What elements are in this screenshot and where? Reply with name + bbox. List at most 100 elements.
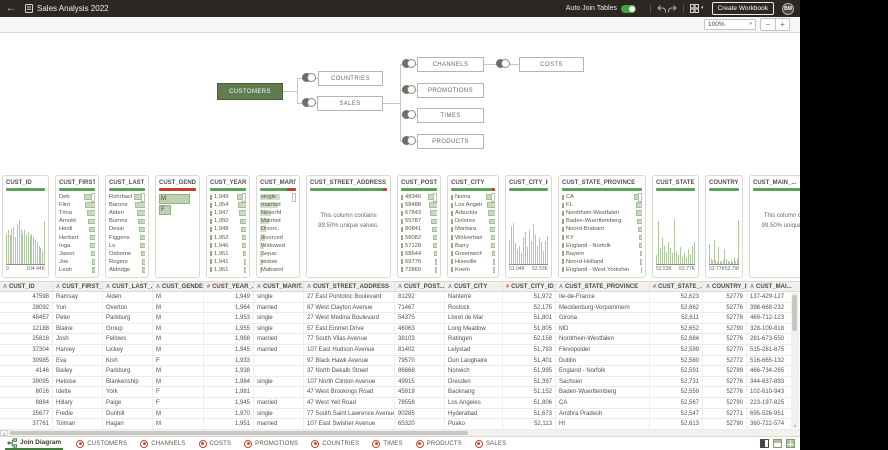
preview-card-cust-city[interactable]: CUST_CITY NomaLos AngelesArbuckleDoloresM…	[447, 175, 499, 278]
preview-card-cust-first-n[interactable]: CUST_FIRST_N... DebFlintTrinaArnoldHeidiH…	[55, 175, 99, 278]
table-cell: Tolman	[53, 419, 103, 429]
table-cell: Harvey	[53, 344, 103, 355]
column-name: CUST_FIRST_N...	[59, 180, 95, 186]
dataset-icon	[140, 439, 149, 448]
redo-button[interactable]	[667, 4, 677, 14]
column-header-cust-state[interactable]: # CUST_STATE_...	[650, 282, 703, 291]
tab-products[interactable]: PRODUCTS	[415, 439, 462, 448]
value-row: Rohrback	[109, 193, 145, 201]
tab-promotions[interactable]: PROMOTIONS	[244, 439, 298, 448]
table-cell: Bailey	[53, 366, 103, 376]
tab-sales[interactable]: SALES	[474, 439, 506, 448]
value-row: 68644	[401, 250, 437, 258]
scrollbar-thumb[interactable]	[433, 193, 437, 202]
data-only-view-icon[interactable]	[786, 439, 795, 448]
create-workbook-button[interactable]: Create Workbook	[711, 2, 774, 15]
diagram-node-customers[interactable]: CUSTOMERS	[217, 83, 283, 100]
back-icon[interactable]: ←	[6, 3, 16, 14]
scrollbar-thumb[interactable]	[10, 431, 468, 435]
tab-channels[interactable]: CHANNELS	[140, 439, 185, 448]
value-row: Divorc.	[260, 226, 280, 233]
table-cell: 38103	[395, 334, 445, 344]
scrollbar-thumb[interactable]	[141, 193, 145, 202]
scroll-down-icon[interactable]: ▾	[791, 422, 799, 429]
diagram-node-countries[interactable]: COUNTRIES	[318, 71, 383, 86]
join-icon[interactable]	[402, 110, 416, 120]
tab-customers[interactable]: CUSTOMERS	[76, 439, 127, 448]
zoom-in-button[interactable]: +	[775, 19, 789, 30]
scrollbar-thumb[interactable]	[292, 193, 296, 202]
connector-line	[297, 78, 298, 104]
preview-card-cust-id[interactable]: CUST_ID 9 104.44K	[2, 175, 49, 278]
column-header-cust-id[interactable]: A CUST_ID	[0, 282, 53, 291]
table-cell: Hillary	[53, 397, 103, 408]
column-header-cust-state-province[interactable]: A CUST_STATE_PROVINCE	[556, 282, 650, 291]
diagram-node-costs[interactable]: COSTS	[519, 57, 584, 72]
view-options-button[interactable]: ▾	[690, 4, 704, 13]
diagram-node-promotions[interactable]: PROMOTIONS	[417, 83, 484, 98]
scrollbar-thumb[interactable]	[491, 193, 495, 202]
avatar[interactable]: BM	[782, 2, 794, 15]
column-header-cust-first[interactable]: A CUST_FIRST_...	[53, 282, 103, 291]
preview-card-cust-year-of[interactable]: CUST_YEAR_OF... 1,9491,9541,9471,9501,948…	[206, 175, 250, 278]
tab-join-diagram[interactable]: Join Diagram	[5, 437, 64, 450]
diagram-node-channels[interactable]: CHANNELS	[417, 57, 484, 72]
dataset-icon	[415, 439, 424, 448]
column-header-country-id[interactable]: A COUNTRY_ID	[703, 282, 747, 291]
preview-card-cust-postal[interactable]: CUST_POSTAL_... 4834658488678435578780841…	[397, 175, 441, 278]
join-icon[interactable]	[302, 98, 316, 108]
zoom-select[interactable]: 100% ▾	[704, 19, 756, 30]
column-header-cust-year[interactable]: # CUST_YEAR_...	[204, 282, 254, 291]
diagram-node-times[interactable]: TIMES	[417, 108, 484, 123]
histogram	[656, 203, 695, 265]
tab-times[interactable]: TIMES	[372, 439, 402, 448]
value-row: KY	[562, 233, 642, 241]
preview-card-cust-street-address[interactable]: CUST_STREET_ADDRESS This column contains …	[306, 175, 391, 278]
preview-card-cust-gender[interactable]: CUST_GENDER MF	[155, 175, 200, 278]
value-row: 1,946	[210, 242, 246, 250]
preview-card-cust-last-na[interactable]: CUST_LAST_NA... RohrbackBaroneAldenBurnns…	[105, 175, 149, 278]
preview-card-cust-city-id[interactable]: CUST_CITY_ID 51.04K 52.53K	[505, 175, 552, 278]
table-cell: Overton	[103, 302, 153, 313]
page-title: Sales Analysis 2022	[37, 4, 109, 13]
auto-join-toggle[interactable]	[621, 4, 637, 13]
preview-card-cust-main[interactable]: CUST_MAIN_... This column contains 99.50%…	[749, 175, 800, 278]
scrollbar-thumb[interactable]	[91, 193, 95, 202]
column-header-cust-mai[interactable]: A CUST_MAI...	[747, 282, 800, 291]
column-header-cust-gender[interactable]: A CUST_GENDER	[153, 282, 204, 291]
frequency-bar	[401, 226, 403, 232]
vertical-scrollbar[interactable]: ▾	[791, 293, 799, 428]
preview-card-cust-marital[interactable]: CUST_MARITAL...singlemarriedNeverMMarrie…	[256, 175, 300, 278]
frequency-bar	[240, 226, 246, 233]
column-header-cust-city-id[interactable]: # CUST_CITY_ID	[503, 282, 556, 291]
scrollbar-thumb[interactable]	[792, 295, 797, 331]
tab-costs[interactable]: COSTS	[198, 439, 232, 448]
split-view-icon[interactable]	[773, 439, 782, 448]
join-icon[interactable]	[402, 85, 416, 95]
tab-countries[interactable]: COUNTRIES	[311, 439, 359, 448]
preview-card-country-id[interactable]: COUNTRY_ID 52.77K52.79K	[705, 175, 743, 278]
value-row: Noma	[451, 193, 495, 201]
join-icon[interactable]	[302, 73, 316, 83]
join-icon[interactable]	[496, 59, 510, 69]
column-header-cust-post[interactable]: A CUST_POST...	[395, 282, 445, 291]
diagram-node-products[interactable]: PRODUCTS	[417, 134, 484, 149]
column-header-cust-last[interactable]: A CUST_LAST_...	[103, 282, 153, 291]
frequency-bar	[210, 259, 212, 265]
table-cell: Puako	[445, 419, 503, 429]
column-header-cust-street-address[interactable]: A CUST_STREET_ADDRESS	[304, 282, 395, 291]
scrollbar-thumb[interactable]	[242, 193, 246, 202]
undo-button[interactable]	[657, 4, 667, 14]
value-row: 1,947	[210, 209, 246, 217]
column-header-cust-city[interactable]: A CUST_CITY	[445, 282, 503, 291]
diagram-node-sales[interactable]: SALES	[317, 96, 383, 111]
diagram-only-view-icon[interactable]	[760, 439, 769, 448]
scrollbar-thumb[interactable]	[638, 193, 642, 202]
preview-card-cust-state-pr[interactable]: CUST_STATE_PR... 52.53K52.77K	[652, 175, 699, 278]
column-header-cust-marit[interactable]: A CUST_MARIT...	[254, 282, 304, 291]
preview-card-cust-state-province[interactable]: CUST_STATE_PROVINCE CA FL Nordrhein-Westfal…	[558, 175, 646, 278]
frequency-bar	[210, 267, 212, 273]
join-icon[interactable]	[402, 59, 416, 69]
zoom-out-button[interactable]: −	[761, 19, 775, 30]
join-icon[interactable]	[402, 136, 416, 146]
